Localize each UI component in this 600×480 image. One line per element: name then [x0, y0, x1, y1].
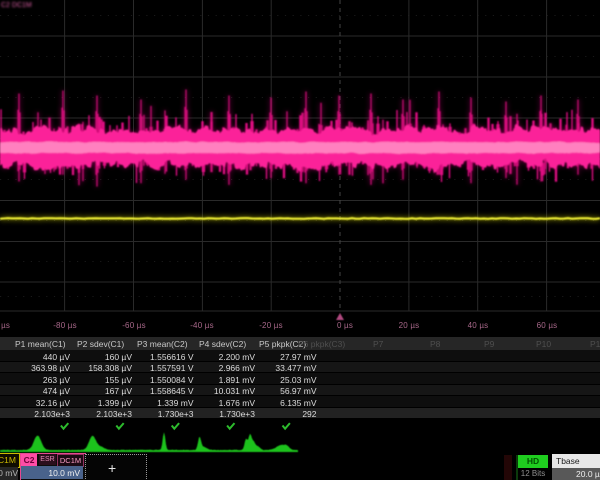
svg-text:C2 DC1M: C2 DC1M	[1, 2, 32, 9]
